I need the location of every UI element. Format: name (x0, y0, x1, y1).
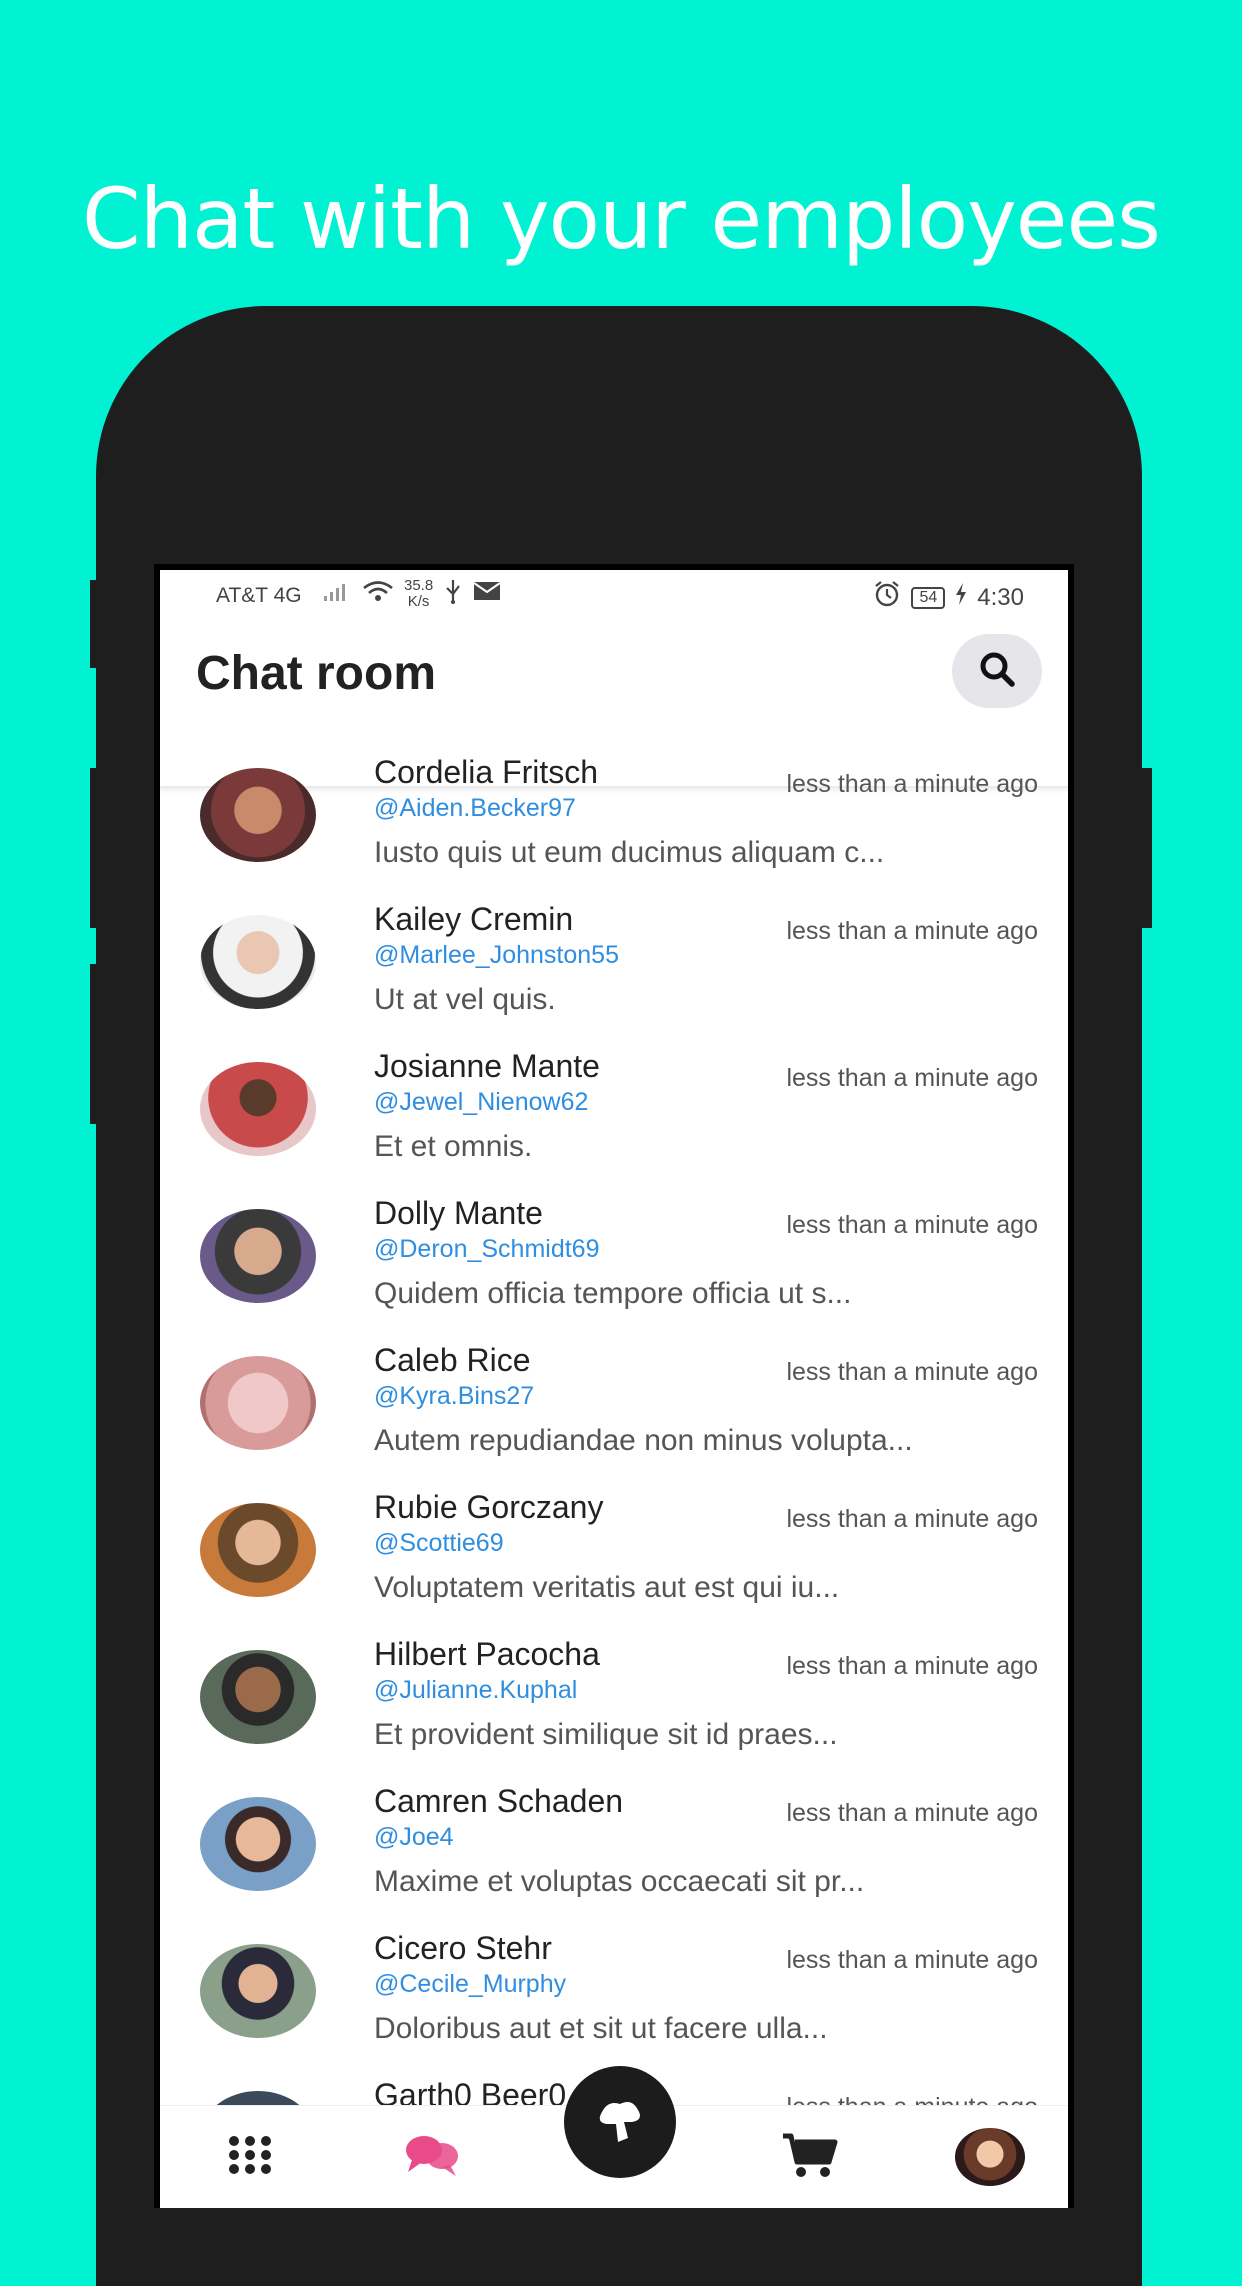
battery-indicator: 54 (911, 586, 946, 609)
avatar (200, 768, 316, 862)
contact-name: Josianne Mante (374, 1048, 600, 1084)
chat-list-item[interactable]: Cordelia Fritsch @Aiden.Becker97 less th… (160, 748, 1068, 895)
grid-icon (227, 2135, 273, 2180)
cart-icon (781, 2132, 839, 2183)
message-time: less than a minute ago (786, 770, 1038, 798)
phone-side-button-left-3 (90, 964, 102, 1124)
avatar (200, 1650, 316, 1744)
avatar (200, 1503, 316, 1597)
network-speed-value: 35.8 (404, 577, 434, 594)
search-icon (977, 649, 1017, 694)
contact-handle: @Aiden.Becker97 (374, 794, 576, 822)
signal-icon (322, 580, 352, 608)
bottom-navigation (160, 2066, 1068, 2208)
chat-list-item[interactable]: Dolly Mante @Deron_Schmidt69 less than a… (160, 1189, 1068, 1336)
message-preview: Voluptatem veritatis aut est qui iu... (374, 1571, 840, 1604)
contact-handle: @Deron_Schmidt69 (374, 1235, 600, 1263)
home-center-icon (594, 2094, 646, 2151)
contact-name: Kailey Cremin (374, 901, 574, 937)
contact-name: Hilbert Pacocha (374, 1636, 600, 1672)
search-button[interactable] (952, 634, 1042, 708)
contact-name: Camren Schaden (374, 1783, 624, 1819)
mail-icon (473, 580, 501, 608)
contact-name: Cicero Stehr (374, 1930, 552, 1966)
chat-bubbles-icon (404, 2132, 460, 2183)
contact-handle: @Scottie69 (374, 1529, 504, 1557)
phone-side-button-right (1140, 768, 1152, 928)
message-time: less than a minute ago (786, 1652, 1038, 1680)
avatar (200, 1062, 316, 1156)
message-time: less than a minute ago (786, 1946, 1038, 1974)
chat-list-item[interactable]: Rubie Gorczany @Scottie69 less than a mi… (160, 1483, 1068, 1630)
headline: Chat with your employees (82, 170, 1161, 268)
message-time: less than a minute ago (786, 1358, 1038, 1386)
contact-name: Dolly Mante (374, 1195, 543, 1231)
profile-avatar (955, 2128, 1025, 2186)
status-bar: AT&T 4G 35.8 K/s 54 4:30 (160, 570, 1068, 620)
avatar (200, 1797, 316, 1891)
contact-handle: @Kyra.Bins27 (374, 1382, 535, 1410)
clock-time: 4:30 (977, 583, 1024, 611)
message-preview: Doloribus aut et sit ut facere ulla... (374, 2012, 828, 2045)
contact-name: Cordelia Fritsch (374, 754, 599, 790)
message-time: less than a minute ago (786, 1505, 1038, 1533)
nav-chat[interactable] (392, 2106, 472, 2208)
message-time: less than a minute ago (786, 1211, 1038, 1239)
usb-icon (443, 578, 463, 610)
chat-list: Cordelia Fritsch @Aiden.Becker97 less th… (160, 748, 1068, 2208)
nav-profile[interactable] (950, 2106, 1030, 2208)
message-preview: Iusto quis ut eum ducimus aliquam c... (374, 836, 885, 869)
avatar (200, 1356, 316, 1450)
avatar (200, 1209, 316, 1303)
message-preview: Autem repudiandae non minus volupta... (374, 1424, 913, 1457)
message-preview: Ut at vel quis. (374, 983, 556, 1016)
home-center-button[interactable] (564, 2066, 676, 2178)
contact-name: Rubie Gorczany (374, 1489, 604, 1525)
nav-cart[interactable] (770, 2106, 850, 2208)
chat-list-item[interactable]: Caleb Rice @Kyra.Bins27 less than a minu… (160, 1336, 1068, 1483)
message-time: less than a minute ago (786, 917, 1038, 945)
chat-list-item[interactable]: Josianne Mante @Jewel_Nienow62 less than… (160, 1042, 1068, 1189)
charging-icon (955, 583, 967, 612)
nav-menu[interactable] (210, 2106, 290, 2208)
contact-handle: @Joe4 (374, 1823, 454, 1851)
chat-list-item[interactable]: Kailey Cremin @Marlee_Johnston55 less th… (160, 895, 1068, 1042)
contact-handle: @Cecile_Murphy (374, 1970, 567, 1998)
avatar (200, 1944, 316, 2038)
network-speed-unit: K/s (407, 593, 430, 610)
carrier-label: AT&T 4G (216, 584, 302, 607)
phone-side-button-left-1 (90, 580, 102, 668)
chat-list-item[interactable]: Camren Schaden @Joe4 less than a minute … (160, 1777, 1068, 1924)
message-preview: Et provident similique sit id praes... (374, 1718, 838, 1751)
network-speed: 35.8 K/s (404, 578, 433, 610)
phone-screen: AT&T 4G 35.8 K/s 54 4:30 Chat room Corde… (154, 564, 1074, 2208)
phone-side-button-left-2 (90, 768, 102, 928)
message-preview: Et et omnis. (374, 1130, 533, 1163)
wifi-icon (362, 579, 394, 609)
contact-name: Caleb Rice (374, 1342, 531, 1378)
message-time: less than a minute ago (786, 1799, 1038, 1827)
contact-handle: @Julianne.Kuphal (374, 1676, 578, 1704)
chat-list-item[interactable]: Hilbert Pacocha @Julianne.Kuphal less th… (160, 1630, 1068, 1777)
chat-list-item[interactable]: Cicero Stehr @Cecile_Murphy less than a … (160, 1924, 1068, 2071)
contact-handle: @Jewel_Nienow62 (374, 1088, 589, 1116)
alarm-icon (873, 580, 901, 615)
avatar (200, 915, 316, 1009)
contact-handle: @Marlee_Johnston55 (374, 941, 619, 969)
page-title: Chat room (196, 647, 436, 700)
message-time: less than a minute ago (786, 1064, 1038, 1092)
message-preview: Maxime et voluptas occaecati sit pr... (374, 1865, 865, 1898)
message-preview: Quidem officia tempore officia ut s... (374, 1277, 852, 1310)
